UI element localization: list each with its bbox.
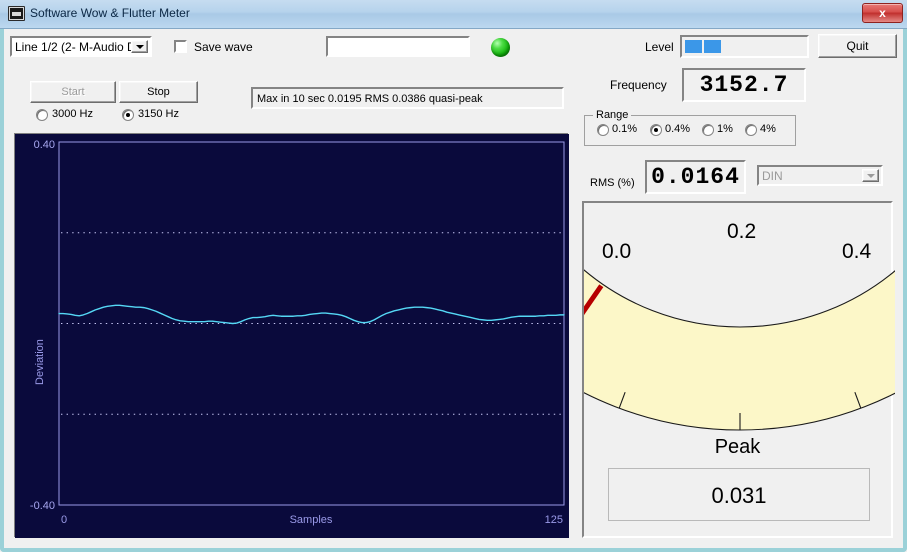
title-bar[interactable]: Software Wow & Flutter Meter x xyxy=(0,0,907,29)
deviation-chart: 0.40 -0.40 0 125 Samples Deviation xyxy=(14,133,569,538)
save-wave-label: Save wave xyxy=(194,40,253,54)
weighting-value: DIN xyxy=(762,169,783,183)
range-radio-4-label: 4% xyxy=(760,123,776,135)
level-meter-block xyxy=(685,40,702,53)
level-meter xyxy=(680,35,809,58)
chevron-down-icon[interactable] xyxy=(131,40,148,53)
level-meter-block xyxy=(704,40,721,53)
deviation-chart-svg: 0.40 -0.40 0 125 Samples Deviation xyxy=(15,134,569,538)
close-button[interactable]: x xyxy=(862,3,903,23)
svg-text:Samples: Samples xyxy=(290,514,333,526)
svg-text:-0.40: -0.40 xyxy=(30,500,55,512)
level-label: Level xyxy=(645,40,674,54)
rms-readout: 0.0164 xyxy=(645,160,746,194)
save-wave-checkbox[interactable] xyxy=(174,40,187,53)
range-radio-1-label: 1% xyxy=(717,123,733,135)
input-device-value: Line 1/2 (2- M-Audio De xyxy=(15,40,143,54)
message-field[interactable] xyxy=(326,36,470,57)
rms-value: 0.0164 xyxy=(651,164,740,190)
stop-button[interactable]: Stop xyxy=(119,81,198,103)
freq-radio-3150[interactable] xyxy=(122,109,134,121)
gauge-face xyxy=(584,269,895,431)
peak-readout: 0.031 xyxy=(608,468,870,521)
cassette-tape-icon xyxy=(8,6,25,21)
range-radio-4[interactable] xyxy=(745,124,757,136)
svg-text:0.40: 0.40 xyxy=(34,139,55,151)
input-device-combo[interactable]: Line 1/2 (2- M-Audio De xyxy=(10,36,152,57)
freq-radio-3000[interactable] xyxy=(36,109,48,121)
range-radio-0-1-label: 0.1% xyxy=(612,123,638,135)
weighting-combo[interactable]: DIN xyxy=(757,165,883,186)
freq-radio-3000-label: 3000 Hz xyxy=(52,108,93,120)
svg-text:Deviation: Deviation xyxy=(34,339,46,385)
range-groupbox-title: Range xyxy=(593,109,632,121)
range-radio-0-1[interactable] xyxy=(597,124,609,136)
peak-value: 0.031 xyxy=(711,482,767,508)
range-radio-0-4[interactable] xyxy=(650,124,662,136)
frequency-label: Frequency xyxy=(610,78,667,92)
client-area: Line 1/2 (2- M-Audio De Save wave Start … xyxy=(4,29,903,548)
status-readout-text: Max in 10 sec 0.0195 RMS 0.0386 quasi-pe… xyxy=(257,93,483,105)
peak-gauge-panel: 0.0 0.2 0.4 Peak 0.031 xyxy=(582,201,895,538)
freq-radio-3150-label: 3150 Hz xyxy=(138,108,179,120)
svg-text:0: 0 xyxy=(61,514,67,526)
window-title: Software Wow & Flutter Meter xyxy=(30,6,190,20)
frequency-readout: 3152.7 xyxy=(682,68,806,102)
peak-label: Peak xyxy=(714,436,761,458)
chevron-down-icon[interactable] xyxy=(862,169,879,182)
range-radio-0-4-label: 0.4% xyxy=(665,123,691,135)
quit-button[interactable]: Quit xyxy=(818,34,897,58)
start-button[interactable]: Start xyxy=(30,81,116,103)
range-radio-1[interactable] xyxy=(702,124,714,136)
svg-text:125: 125 xyxy=(545,514,563,526)
activity-led-icon xyxy=(491,38,510,57)
frequency-value: 3152.7 xyxy=(699,72,789,98)
app-root: Software Wow & Flutter Meter x Line 1/2 … xyxy=(0,0,907,552)
peak-gauge-dial xyxy=(584,269,895,431)
status-readout: Max in 10 sec 0.0195 RMS 0.0386 quasi-pe… xyxy=(251,87,564,109)
rms-label: RMS (%) xyxy=(590,177,635,189)
